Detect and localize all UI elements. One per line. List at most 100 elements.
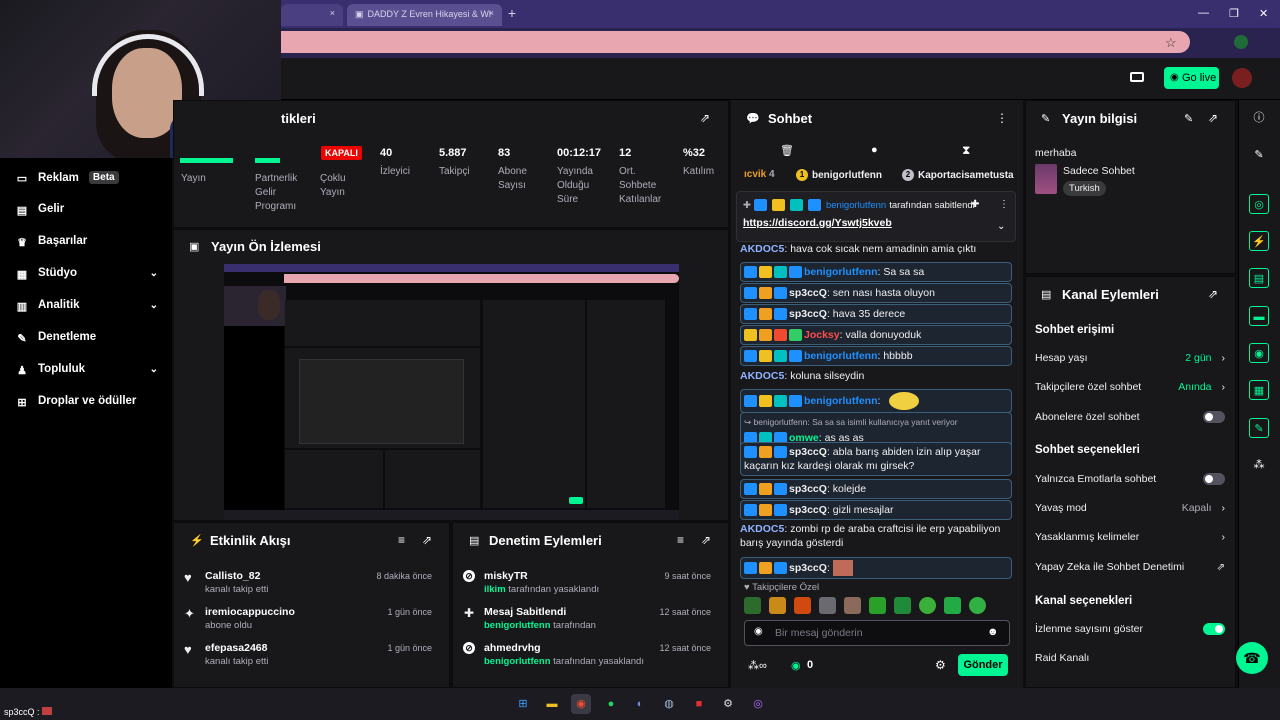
twitch-app-icon[interactable]: ◎	[748, 694, 768, 714]
chat-username[interactable]: AKDOC5	[740, 370, 784, 382]
chat-username[interactable]: AKDOC5	[740, 523, 784, 535]
file-explorer-icon[interactable]: ▬	[542, 694, 562, 714]
sidebar-item-denetleme[interactable]: ✎ Denetleme	[16, 331, 158, 345]
chat-username[interactable]: benigorlutfenn	[804, 266, 878, 278]
emoji-picker-icon[interactable]: ☻	[987, 626, 999, 638]
tab-close-icon[interactable]: ×	[489, 8, 494, 18]
viewer-count-row[interactable]: İzlenme sayısını göster	[1035, 623, 1225, 635]
bookmark-star-icon[interactable]: ☆	[1165, 35, 1177, 51]
leaderboard-item[interactable]: 1 benigorlutfenn	[796, 169, 882, 181]
category-name[interactable]: Sadece Sohbet	[1063, 165, 1135, 177]
emote-icon[interactable]	[794, 597, 811, 614]
settings-gear-icon[interactable]: ⚙	[935, 658, 946, 672]
emote-icon[interactable]	[769, 597, 786, 614]
tab-close-icon[interactable]: ×	[330, 8, 335, 18]
close-window-button[interactable]: ✕	[1259, 7, 1268, 20]
chat-message[interactable]: AKDOC5: hava cok sıcak nem amadinin amia…	[740, 242, 1012, 258]
layout-icon[interactable]: ▦	[1249, 380, 1269, 400]
profile-avatar[interactable]	[1234, 35, 1248, 49]
subs-only-row[interactable]: Abonelere özel sohbet	[1035, 411, 1225, 423]
blocked-terms-row[interactable]: Yasaklanmış kelimeler ›	[1035, 531, 1225, 543]
filter-icon[interactable]: ≡	[677, 533, 684, 547]
emote-icon[interactable]	[944, 597, 961, 614]
maximize-button[interactable]: ❐	[1229, 7, 1239, 20]
send-button[interactable]: Gönder	[958, 654, 1008, 676]
chat-username[interactable]: sp3ccQ	[789, 504, 827, 516]
tag-badge[interactable]: Turkish	[1063, 181, 1106, 196]
chat-message[interactable]: Jocksy: valla donuyoduk	[740, 325, 1012, 345]
emote-only-row[interactable]: Yalnızca Emotlarla sohbet	[1035, 473, 1225, 485]
emote-icon[interactable]	[744, 597, 761, 614]
edit-icon[interactable]: ✎	[1184, 112, 1193, 125]
popout-icon[interactable]: ⇗	[1208, 287, 1218, 301]
chat-message[interactable]: benigorlutfenn: Sa sa sa	[740, 262, 1012, 282]
chat-icon[interactable]: ▬	[1249, 306, 1269, 326]
info-icon[interactable]: ⓘ	[1249, 108, 1269, 128]
filter-icon[interactable]: ≡	[398, 533, 405, 547]
category-boxart[interactable]	[1035, 164, 1057, 194]
lightning-icon[interactable]: ⚡	[1249, 231, 1269, 251]
clip-icon[interactable]: ◎	[1249, 194, 1269, 214]
ai-mod-row[interactable]: Yapay Zeka ile Sohbet Denetimi ⇗	[1035, 561, 1225, 573]
theatre-mode-icon[interactable]	[1130, 72, 1144, 82]
chat-message[interactable]: sp3ccQ: gizli mesajlar	[740, 500, 1012, 520]
mod-item[interactable]: ⊘ miskyTR ilkim tarafından yasaklandı 9 …	[463, 568, 721, 598]
chat-message[interactable]: sp3ccQ:	[740, 557, 1012, 579]
chat-username[interactable]: sp3ccQ	[789, 483, 827, 495]
emote-only-toggle[interactable]	[1203, 473, 1225, 485]
popout-icon[interactable]: ⇗	[422, 533, 432, 547]
chat-message[interactable]: sp3ccQ: abla barış abiden izin alıp yaşa…	[740, 442, 1012, 476]
mod-item[interactable]: ⊘ ahmedrvhg benigorlutfenn tarafından ya…	[463, 640, 721, 670]
account-age-row[interactable]: Hesap yaşı 2 gün ›	[1035, 352, 1225, 364]
chat-message[interactable]: sp3ccQ: sen nası hasta oluyon	[740, 283, 1012, 303]
popout-icon[interactable]: ⇗	[701, 533, 711, 547]
popout-icon[interactable]: ⇗	[700, 111, 710, 125]
chat-username[interactable]: benigorlutfenn	[804, 350, 878, 362]
minimize-button[interactable]: —	[1198, 7, 1209, 19]
steam-icon[interactable]: ◍	[659, 694, 679, 714]
chat-message[interactable]: benigorlutfenn: hbbbb	[740, 346, 1012, 366]
activity-item[interactable]: ♥ Callisto_82 kanalı takip etti 8 dakika…	[184, 568, 442, 598]
chat-username[interactable]: sp3ccQ	[789, 308, 827, 320]
chrome-icon[interactable]: ◉	[571, 694, 591, 714]
followers-only-row[interactable]: Takipçilere özel sohbet Anında ›	[1035, 381, 1225, 393]
chat-message[interactable]: sp3ccQ: hava 35 derece	[740, 304, 1012, 324]
sidebar-item-gelir[interactable]: ▤ Gelir	[16, 203, 158, 217]
help-headset-icon[interactable]: ☎	[1236, 642, 1268, 674]
sidebar-item-topluluk[interactable]: ♟ Topluluk ⌄	[16, 363, 158, 377]
chevron-down-icon[interactable]: ⌄	[997, 221, 1005, 232]
add-action-icon[interactable]: ⁂	[1249, 455, 1269, 475]
chat-username[interactable]: sp3ccQ	[789, 446, 827, 458]
sidebar-item-reklam[interactable]: ▭ Reklam Beta	[16, 171, 158, 185]
raid-row[interactable]: Raid Kanalı	[1035, 652, 1225, 664]
stream-preview-video[interactable]	[224, 264, 679, 520]
emote-icon[interactable]	[894, 597, 911, 614]
chat-message[interactable]: benigorlutfenn:	[740, 389, 1012, 413]
chat-username[interactable]: AKDOC5	[740, 243, 784, 255]
spotify-icon[interactable]: ●	[601, 694, 621, 714]
chat-username[interactable]: benigorlutfenn	[804, 395, 878, 407]
obs-icon[interactable]: ■	[689, 694, 709, 714]
trash-icon[interactable]: 🗑	[780, 144, 794, 157]
more-options-icon[interactable]: ⋮	[999, 199, 1009, 210]
windows-start-icon[interactable]: ⊞	[513, 694, 533, 714]
discord-icon[interactable]: ◐	[630, 694, 650, 714]
chat-mode-icon[interactable]: ●	[871, 144, 878, 156]
pencil-icon[interactable]: ✎	[1249, 145, 1269, 165]
new-tab-button[interactable]: +	[505, 6, 519, 20]
chat-username[interactable]: sp3ccQ	[789, 562, 827, 574]
emote-icon[interactable]	[919, 597, 936, 614]
activity-item[interactable]: ♥ efepasa2468 kanalı takip etti 1 gün ön…	[184, 640, 442, 670]
broadcast-icon[interactable]: ◉	[1249, 343, 1269, 363]
user-avatar[interactable]	[1232, 68, 1252, 88]
emote-icon[interactable]	[869, 597, 886, 614]
chat-username[interactable]: sp3ccQ	[789, 287, 827, 299]
go-live-button[interactable]: ◉ Go live	[1164, 67, 1219, 89]
emote-icon[interactable]	[819, 597, 836, 614]
activity-item[interactable]: ✦ iremiocappuccino abone oldu 1 gün önce	[184, 604, 442, 634]
document-icon[interactable]: ▤	[1249, 268, 1269, 288]
more-options-icon[interactable]: ⋮	[996, 111, 1008, 125]
channel-points-icon[interactable]: ⁂∞	[748, 659, 767, 672]
browser-tab-active[interactable]: ▣ DADDY Z Evren Hikayesi & Wi ×	[347, 4, 502, 26]
leaderboard-item[interactable]: 2 Kaportacisametusta	[902, 169, 1014, 181]
